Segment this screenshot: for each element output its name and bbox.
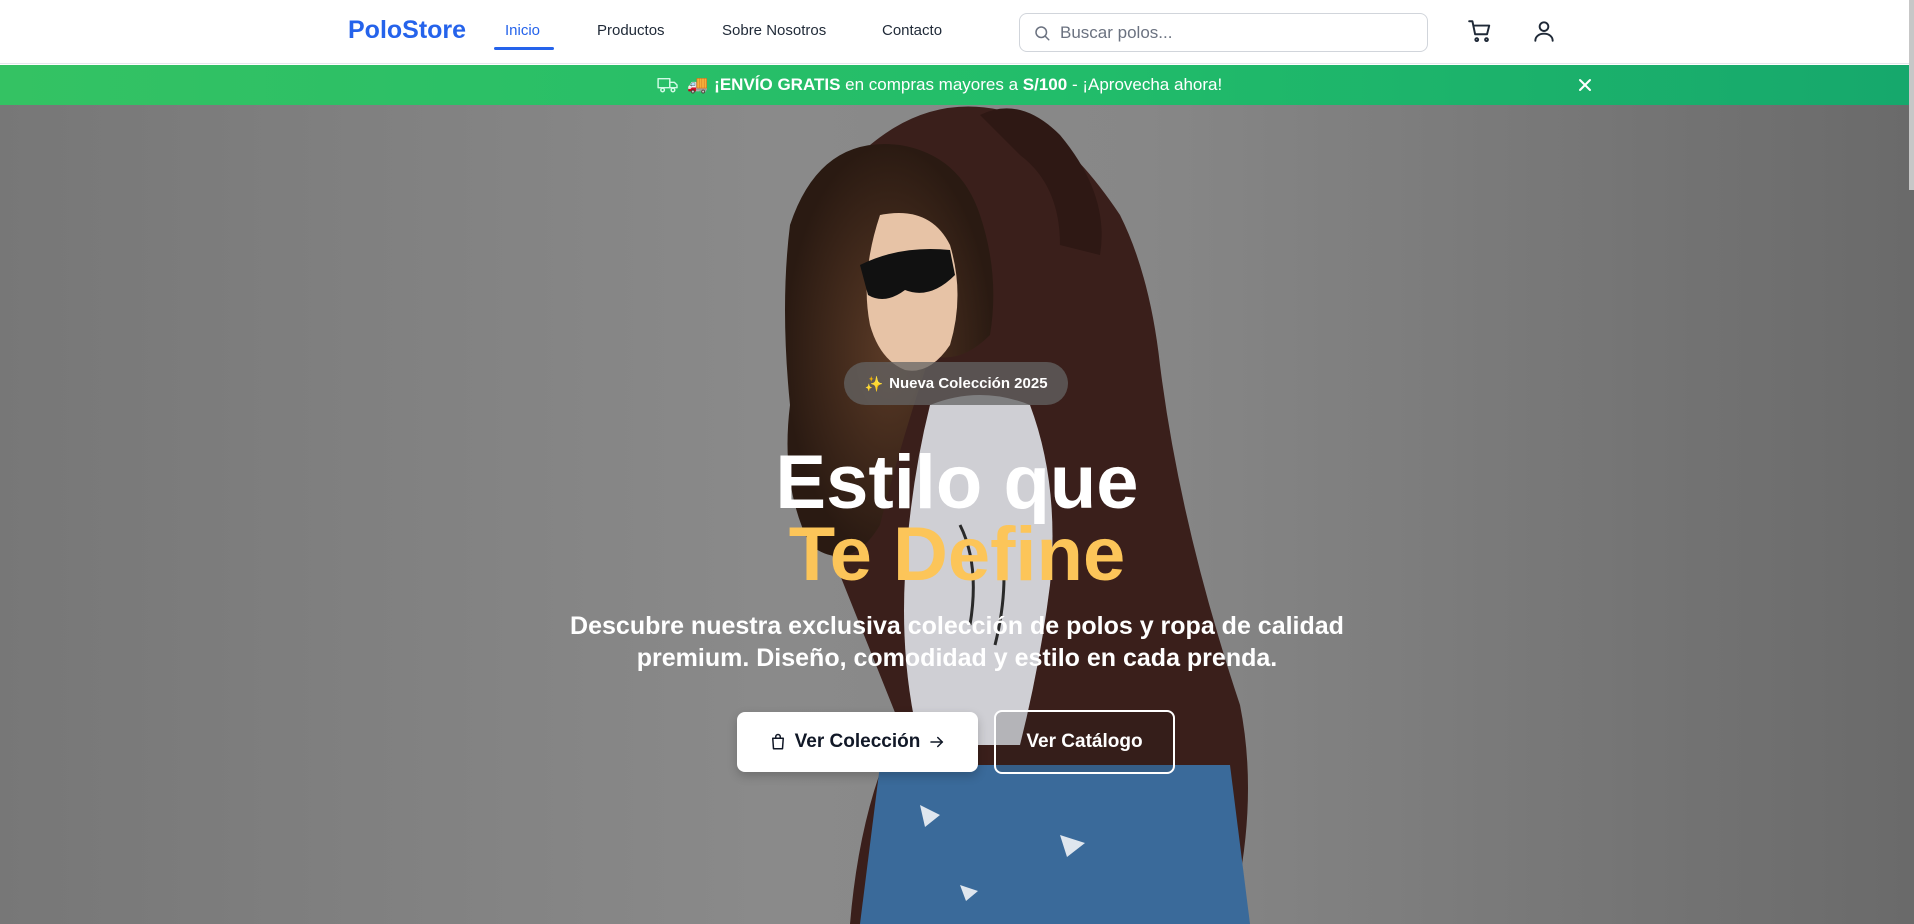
promo-message: 🚚 ¡ENVÍO GRATIS en compras mayores a S/1… (657, 75, 1222, 95)
top-navbar: PoloStore Inicio Productos Sobre Nosotro… (0, 0, 1914, 64)
view-collection-button[interactable]: Ver Colección (737, 712, 978, 772)
promo-close-button[interactable] (1574, 74, 1596, 96)
badge-label: Nueva Colección 2025 (889, 375, 1048, 392)
sparkles-icon: ✨ (864, 375, 884, 393)
close-icon (1579, 79, 1591, 91)
site-logo[interactable]: PoloStore (348, 16, 466, 45)
cart-button[interactable] (1466, 17, 1494, 45)
truck-icon (657, 77, 678, 93)
nav-item-sobre-nosotros[interactable]: Sobre Nosotros (722, 22, 826, 39)
view-collection-label: Ver Colección (794, 731, 921, 752)
promo-cta-text: - ¡Aprovecha ahora! (1067, 75, 1223, 94)
page-scrollbar[interactable] (1909, 0, 1914, 190)
user-icon (1534, 21, 1554, 42)
nav-item-productos[interactable]: Productos (597, 22, 665, 39)
search-box (1019, 13, 1428, 52)
nav-item-contacto[interactable]: Contacto (882, 22, 942, 39)
promo-amount: S/100 (1022, 75, 1068, 94)
account-button[interactable] (1530, 17, 1558, 45)
promo-highlight: ¡ENVÍO GRATIS (714, 75, 841, 94)
hero-subtitle: Descubre nuestra exclusiva colección de … (570, 612, 1344, 672)
truck-emoji: 🚚 (687, 75, 709, 94)
promo-text: en compras mayores a (840, 75, 1023, 94)
hero-title-line1: Estilo que (775, 440, 1139, 525)
promo-banner: 🚚 ¡ENVÍO GRATIS en compras mayores a S/1… (0, 65, 1914, 105)
nav-item-inicio[interactable]: Inicio (505, 22, 540, 39)
hero-section: ✨ Nueva Colección 2025 Estilo que Te Def… (0, 105, 1914, 924)
shopping-bag-icon (771, 733, 784, 750)
view-catalog-button[interactable]: Ver Catálogo (994, 710, 1175, 774)
search-input[interactable] (1060, 14, 1420, 51)
hero-title-line2: Te Define (788, 512, 1126, 597)
collection-badge: ✨ Nueva Colección 2025 (844, 362, 1068, 405)
nav-active-indicator (494, 47, 554, 50)
arrow-right-icon (930, 736, 944, 748)
search-icon (1035, 26, 1050, 41)
cart-icon (1468, 20, 1491, 43)
view-catalog-label: Ver Catálogo (1026, 731, 1143, 752)
